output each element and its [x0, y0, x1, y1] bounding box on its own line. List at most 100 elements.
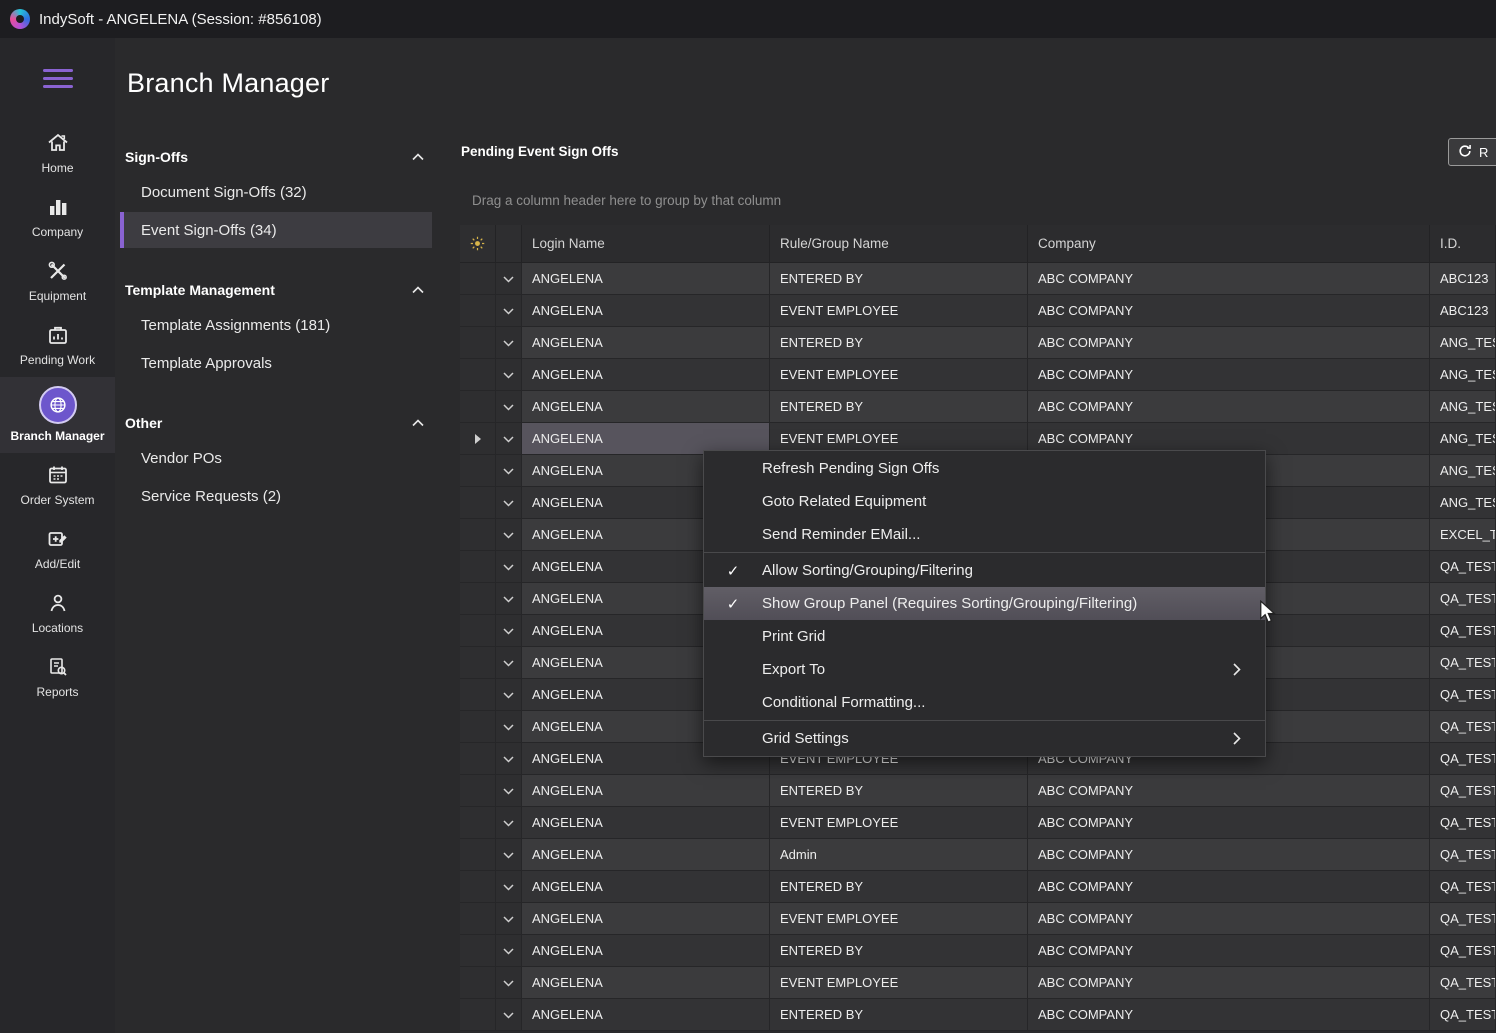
row-expand-button[interactable]	[496, 775, 522, 807]
row-expand-button[interactable]	[496, 359, 522, 391]
row-expand-button[interactable]	[496, 615, 522, 647]
nav-item-event-sign-offs-34[interactable]: Event Sign-Offs (34)	[120, 212, 432, 248]
cell-login-name[interactable]: ANGELENA	[522, 871, 770, 903]
cell-id[interactable]: QA_TEST	[1430, 871, 1496, 903]
row-expand-button[interactable]	[496, 679, 522, 711]
cell-company[interactable]: ABC COMPANY	[1028, 839, 1430, 871]
cell-id[interactable]: QA_TEST	[1430, 807, 1496, 839]
cell-id[interactable]: QA_TEST	[1430, 775, 1496, 807]
cell-company[interactable]: ABC COMPANY	[1028, 999, 1430, 1031]
column-header-i-d[interactable]: I.D.	[1430, 225, 1496, 263]
sidebar-item-home[interactable]: Home	[0, 121, 115, 185]
menu-item-refresh-pending-sign-offs[interactable]: Refresh Pending Sign Offs	[704, 452, 1265, 485]
cell-id[interactable]: QA_TEST	[1430, 903, 1496, 935]
cell-id[interactable]: QA_TEST	[1430, 647, 1496, 679]
cell-company[interactable]: ABC COMPANY	[1028, 967, 1430, 999]
hamburger-menu-icon[interactable]	[43, 64, 73, 93]
menu-item-export-to[interactable]: Export To	[704, 653, 1265, 686]
menu-item-conditional-formatting[interactable]: Conditional Formatting...	[704, 686, 1265, 719]
row-expand-button[interactable]	[496, 583, 522, 615]
row-expand-button[interactable]	[496, 327, 522, 359]
column-header-rule-group-name[interactable]: Rule/Group Name	[770, 225, 1028, 263]
cell-company[interactable]: ABC COMPANY	[1028, 935, 1430, 967]
cell-id[interactable]: ABC123	[1430, 263, 1496, 295]
cell-rule-group-name[interactable]: Admin	[770, 839, 1028, 871]
sidebar-item-add-edit[interactable]: Add/Edit	[0, 517, 115, 581]
row-expand-button[interactable]	[496, 839, 522, 871]
table-row[interactable]: ANGELENAEVENT EMPLOYEEABC COMPANYQA_TEST	[460, 903, 1496, 935]
row-expand-button[interactable]	[496, 295, 522, 327]
cell-id[interactable]: EXCEL_TE	[1430, 519, 1496, 551]
cell-login-name[interactable]: ANGELENA	[522, 903, 770, 935]
cell-company[interactable]: ABC COMPANY	[1028, 391, 1430, 423]
nav-section-other[interactable]: Other	[120, 408, 432, 438]
sidebar-item-equipment[interactable]: Equipment	[0, 249, 115, 313]
cell-id[interactable]: ABC123	[1430, 295, 1496, 327]
menu-item-grid-settings[interactable]: Grid Settings	[704, 722, 1265, 755]
cell-company[interactable]: ABC COMPANY	[1028, 359, 1430, 391]
cell-login-name[interactable]: ANGELENA	[522, 807, 770, 839]
row-expand-button[interactable]	[496, 999, 522, 1031]
row-expand-button[interactable]	[496, 391, 522, 423]
cell-id[interactable]: QA_TEST	[1430, 615, 1496, 647]
row-expand-button[interactable]	[496, 519, 522, 551]
menu-item-print-grid[interactable]: Print Grid	[704, 620, 1265, 653]
cell-id[interactable]: QA_TEST	[1430, 935, 1496, 967]
nav-section-sign-offs[interactable]: Sign-Offs	[120, 142, 432, 172]
cell-rule-group-name[interactable]: ENTERED BY	[770, 999, 1028, 1031]
cell-id[interactable]: ANG_TES	[1430, 391, 1496, 423]
cell-company[interactable]: ABC COMPANY	[1028, 807, 1430, 839]
column-header-login-name[interactable]: Login Name	[522, 225, 770, 263]
row-expand-button[interactable]	[496, 743, 522, 775]
table-row[interactable]: ANGELENAENTERED BYABC COMPANYQA_TEST	[460, 999, 1496, 1031]
table-row[interactable]: ANGELENAENTERED BYABC COMPANYQA_TEST	[460, 935, 1496, 967]
row-expand-button[interactable]	[496, 423, 522, 455]
row-expand-button[interactable]	[496, 263, 522, 295]
cell-id[interactable]: QA_TEST	[1430, 551, 1496, 583]
row-expand-button[interactable]	[496, 935, 522, 967]
cell-company[interactable]: ABC COMPANY	[1028, 263, 1430, 295]
table-row[interactable]: ANGELENAEVENT EMPLOYEEABC COMPANYANG_TES	[460, 359, 1496, 391]
cell-rule-group-name[interactable]: ENTERED BY	[770, 327, 1028, 359]
sidebar-item-locations[interactable]: Locations	[0, 581, 115, 645]
nav-item-template-approvals[interactable]: Template Approvals	[120, 345, 432, 381]
column-header-company[interactable]: Company	[1028, 225, 1430, 263]
cell-id[interactable]: ANG_TES	[1430, 423, 1496, 455]
cell-rule-group-name[interactable]: EVENT EMPLOYEE	[770, 359, 1028, 391]
table-row[interactable]: ANGELENAAdminABC COMPANYQA_TEST	[460, 839, 1496, 871]
row-expand-button[interactable]	[496, 807, 522, 839]
row-expand-button[interactable]	[496, 487, 522, 519]
sidebar-item-company[interactable]: Company	[0, 185, 115, 249]
cell-rule-group-name[interactable]: EVENT EMPLOYEE	[770, 903, 1028, 935]
sidebar-item-pending-work[interactable]: Pending Work	[0, 313, 115, 377]
cell-login-name[interactable]: ANGELENA	[522, 263, 770, 295]
sidebar-item-reports[interactable]: Reports	[0, 645, 115, 709]
cell-login-name[interactable]: ANGELENA	[522, 999, 770, 1031]
cell-id[interactable]: ANG_TES	[1430, 487, 1496, 519]
menu-item-show-group-panel-requires-sorting-grouping-filtering[interactable]: ✓Show Group Panel (Requires Sorting/Grou…	[704, 587, 1265, 620]
cell-id[interactable]: QA_TEST	[1430, 967, 1496, 999]
nav-item-vendor-pos[interactable]: Vendor POs	[120, 440, 432, 476]
cell-company[interactable]: ABC COMPANY	[1028, 327, 1430, 359]
row-expand-button[interactable]	[496, 871, 522, 903]
cell-login-name[interactable]: ANGELENA	[522, 935, 770, 967]
cell-login-name[interactable]: ANGELENA	[522, 967, 770, 999]
nav-item-service-requests-2[interactable]: Service Requests (2)	[120, 478, 432, 514]
column-chooser-sun-icon[interactable]	[460, 225, 496, 263]
table-row[interactable]: ANGELENAENTERED BYABC COMPANYANG_TES	[460, 327, 1496, 359]
row-expand-button[interactable]	[496, 711, 522, 743]
cell-rule-group-name[interactable]: ENTERED BY	[770, 391, 1028, 423]
table-row[interactable]: ANGELENAENTERED BYABC COMPANYQA_TEST	[460, 871, 1496, 903]
cell-login-name[interactable]: ANGELENA	[522, 295, 770, 327]
cell-id[interactable]: QA_TEST	[1430, 839, 1496, 871]
cell-login-name[interactable]: ANGELENA	[522, 359, 770, 391]
cell-company[interactable]: ABC COMPANY	[1028, 295, 1430, 327]
nav-item-document-sign-offs-32[interactable]: Document Sign-Offs (32)	[120, 174, 432, 210]
table-row[interactable]: ANGELENAEVENT EMPLOYEEABC COMPANYABC123	[460, 295, 1496, 327]
sidebar-item-order-system[interactable]: Order System	[0, 453, 115, 517]
cell-id[interactable]: ANG_TES	[1430, 359, 1496, 391]
cell-id[interactable]: ANG_TES	[1430, 455, 1496, 487]
cell-id[interactable]: QA_TEST	[1430, 583, 1496, 615]
menu-item-goto-related-equipment[interactable]: Goto Related Equipment	[704, 485, 1265, 518]
cell-id[interactable]: QA_TEST	[1430, 999, 1496, 1031]
